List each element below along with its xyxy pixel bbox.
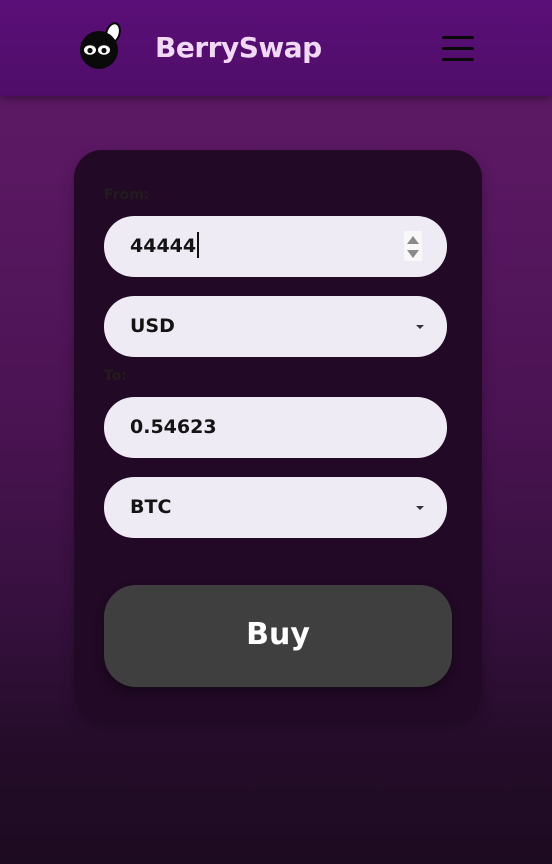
chevron-down-icon bbox=[416, 506, 424, 510]
number-spinner[interactable] bbox=[404, 231, 422, 261]
to-label: To: bbox=[104, 368, 127, 384]
converter-card: From: 44444 USD To: 0.54623 BTC Buy bbox=[74, 150, 482, 720]
amount-input[interactable]: 44444 bbox=[104, 216, 447, 277]
buy-button[interactable]: Buy bbox=[104, 585, 452, 687]
amount-value[interactable]: 44444 bbox=[130, 216, 200, 277]
to-currency-select[interactable]: BTC bbox=[104, 477, 447, 538]
brand-name: BerrySwap bbox=[155, 31, 322, 64]
text-cursor bbox=[197, 232, 200, 258]
from-currency-select[interactable]: USD bbox=[104, 296, 447, 357]
berry-mascot-icon[interactable] bbox=[78, 20, 126, 72]
menu-bar bbox=[442, 36, 474, 39]
result-field[interactable]: 0.54623 bbox=[104, 397, 447, 458]
hamburger-menu-icon[interactable] bbox=[440, 34, 476, 64]
result-value: 0.54623 bbox=[130, 416, 217, 438]
from-label: From: bbox=[104, 187, 150, 203]
chevron-down-icon bbox=[416, 325, 424, 329]
app-header: BerrySwap bbox=[0, 0, 552, 96]
from-currency-value: USD bbox=[130, 315, 175, 337]
amount-text: 44444 bbox=[130, 235, 197, 257]
increment-arrow-icon[interactable] bbox=[407, 236, 419, 244]
menu-bar bbox=[442, 47, 474, 50]
menu-bar bbox=[442, 58, 474, 61]
to-currency-value: BTC bbox=[130, 496, 172, 518]
decrement-arrow-icon[interactable] bbox=[407, 250, 419, 258]
